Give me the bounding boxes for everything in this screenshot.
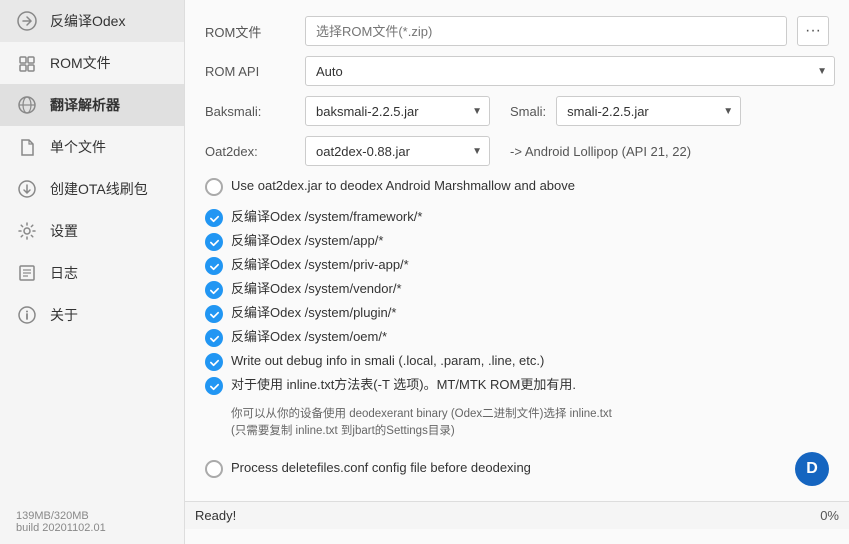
main-content: ROM文件 ··· ROM API Auto ▼ Baksmali: baksm… xyxy=(185,0,849,544)
info-line1: 你可以从你的设备使用 deodexerant binary (Odex二进制文件… xyxy=(231,408,612,420)
sidebar-item-create-ota[interactable]: 创建OTA线刷包 xyxy=(0,168,184,210)
check-icon-7[interactable] xyxy=(205,377,223,395)
avatar-button[interactable]: D xyxy=(795,452,829,486)
oat2dex-row: Oat2dex: oat2dex-0.88.jar ▼ -> Android L… xyxy=(205,136,829,166)
sidebar: 反编译Odex ROM文件 翻译解析器 xyxy=(0,0,185,544)
sidebar-item-translate-parser[interactable]: 翻译解析器 xyxy=(0,84,184,126)
check-icon-3[interactable] xyxy=(205,281,223,299)
check-row-6: Write out debug info in smali (.local, .… xyxy=(205,351,829,372)
check-row-3: 反编译Odex /system/vendor/* xyxy=(205,279,829,300)
sidebar-label-rom-file: ROM文件 xyxy=(50,53,111,73)
sidebar-item-settings[interactable]: 设置 xyxy=(0,210,184,252)
sidebar-item-single-file[interactable]: 单个文件 xyxy=(0,126,184,168)
log-icon xyxy=(16,262,38,284)
check-label-7: 对于使用 inline.txt方法表(-T 选项)。MT/MTK ROM更加有用… xyxy=(231,376,576,394)
use-oat2dex-radio[interactable] xyxy=(205,178,223,196)
check-row-5: 反编译Odex /system/oem/* xyxy=(205,327,829,348)
check-label-2: 反编译Odex /system/priv-app/* xyxy=(231,256,409,274)
rom-api-label: ROM API xyxy=(205,64,295,79)
rom-file-input[interactable] xyxy=(305,16,787,46)
check-label-3: 反编译Odex /system/vendor/* xyxy=(231,280,402,298)
translate-icon xyxy=(16,94,38,116)
rom-api-row: ROM API Auto ▼ xyxy=(205,56,829,86)
check-row-4: 反编译Odex /system/plugin/* xyxy=(205,303,829,324)
info-block: 你可以从你的设备使用 deodexerant binary (Odex二进制文件… xyxy=(205,406,829,441)
use-oat2dex-label: Use oat2dex.jar to deodex Android Marshm… xyxy=(231,177,575,195)
check-icon-4[interactable] xyxy=(205,305,223,323)
progress-area: Ready! 0% xyxy=(185,501,849,529)
sidebar-item-log[interactable]: 日志 xyxy=(0,252,184,294)
sidebar-label-single-file: 单个文件 xyxy=(50,137,106,157)
about-icon xyxy=(16,304,38,326)
sidebar-label-log: 日志 xyxy=(50,263,78,283)
smali-select-wrap: smali-2.2.5.jar ▼ xyxy=(556,96,741,126)
check-icon-6[interactable] xyxy=(205,353,223,371)
decompile-icon xyxy=(16,10,38,32)
oat2dex-select[interactable]: oat2dex-0.88.jar xyxy=(305,136,490,166)
baksmali-label: Baksmali: xyxy=(205,104,295,119)
process-delete-label: Process deletefiles.conf config file bef… xyxy=(231,459,531,477)
check-label-0: 反编译Odex /system/framework/* xyxy=(231,208,422,226)
ota-icon xyxy=(16,178,38,200)
check-icon-2[interactable] xyxy=(205,257,223,275)
check-row-7: 对于使用 inline.txt方法表(-T 选项)。MT/MTK ROM更加有用… xyxy=(205,375,829,396)
rom-icon xyxy=(16,52,38,74)
check-row-2: 反编译Odex /system/priv-app/* xyxy=(205,255,829,276)
sidebar-item-rom-file[interactable]: ROM文件 xyxy=(0,42,184,84)
sidebar-label-settings: 设置 xyxy=(50,221,78,241)
rom-api-select-wrap: Auto ▼ xyxy=(305,56,835,86)
sidebar-label-create-ota: 创建OTA线刷包 xyxy=(50,179,148,199)
sidebar-label-about: 关于 xyxy=(50,305,78,325)
process-delete-radio[interactable] xyxy=(205,460,223,478)
check-label-5: 反编译Odex /system/oem/* xyxy=(231,328,387,346)
check-row-1: 反编译Odex /system/app/* xyxy=(205,231,829,252)
sidebar-item-about[interactable]: 关于 xyxy=(0,294,184,336)
oat2dex-label: Oat2dex: xyxy=(205,144,295,159)
smali-label: Smali: xyxy=(510,104,546,119)
rom-file-label: ROM文件 xyxy=(205,22,295,41)
avatar-letter: D xyxy=(806,460,818,478)
process-delete-row: Process deletefiles.conf config file bef… xyxy=(205,451,829,487)
sidebar-label-decompile-odex: 反编译Odex xyxy=(50,11,125,31)
use-oat2dex-row: Use oat2dex.jar to deodex Android Marshm… xyxy=(205,176,829,197)
rom-api-select[interactable]: Auto xyxy=(305,56,835,86)
check-label-1: 反编译Odex /system/app/* xyxy=(231,232,383,250)
baksmali-select-wrap: baksmali-2.2.5.jar ▼ xyxy=(305,96,490,126)
status-label: Ready! xyxy=(195,508,789,523)
progress-percent: 0% xyxy=(799,508,839,523)
file-icon xyxy=(16,136,38,158)
oat2dex-select-wrap: oat2dex-0.88.jar ▼ xyxy=(305,136,490,166)
build-info: build 20201102.01 xyxy=(16,522,168,534)
info-line2: (只需要复制 inline.txt 到jbart的Settings目录) xyxy=(231,425,455,437)
check-label-4: 反编译Odex /system/plugin/* xyxy=(231,304,396,322)
settings-icon xyxy=(16,220,38,242)
sidebar-label-translate-parser: 翻译解析器 xyxy=(50,95,120,115)
check-icon-5[interactable] xyxy=(205,329,223,347)
memory-info: 139MB/320MB xyxy=(16,510,168,522)
check-icon-0[interactable] xyxy=(205,209,223,227)
sidebar-item-decompile-odex[interactable]: 反编译Odex xyxy=(0,0,184,42)
checkboxes-group: 反编译Odex /system/framework/* 反编译Odex /sys… xyxy=(205,207,829,396)
check-row-0: 反编译Odex /system/framework/* xyxy=(205,207,829,228)
sidebar-footer: 139MB/320MB build 20201102.01 xyxy=(0,500,184,544)
baksmali-smali-row: Baksmali: baksmali-2.2.5.jar ▼ Smali: sm… xyxy=(205,96,829,126)
check-label-6: Write out debug info in smali (.local, .… xyxy=(231,352,544,370)
baksmali-select[interactable]: baksmali-2.2.5.jar xyxy=(305,96,490,126)
smali-select[interactable]: smali-2.2.5.jar xyxy=(556,96,741,126)
rom-file-more-button[interactable]: ··· xyxy=(797,16,829,46)
check-icon-1[interactable] xyxy=(205,233,223,251)
oat2dex-note: -> Android Lollipop (API 21, 22) xyxy=(510,144,691,159)
rom-file-row: ROM文件 ··· xyxy=(205,16,829,46)
